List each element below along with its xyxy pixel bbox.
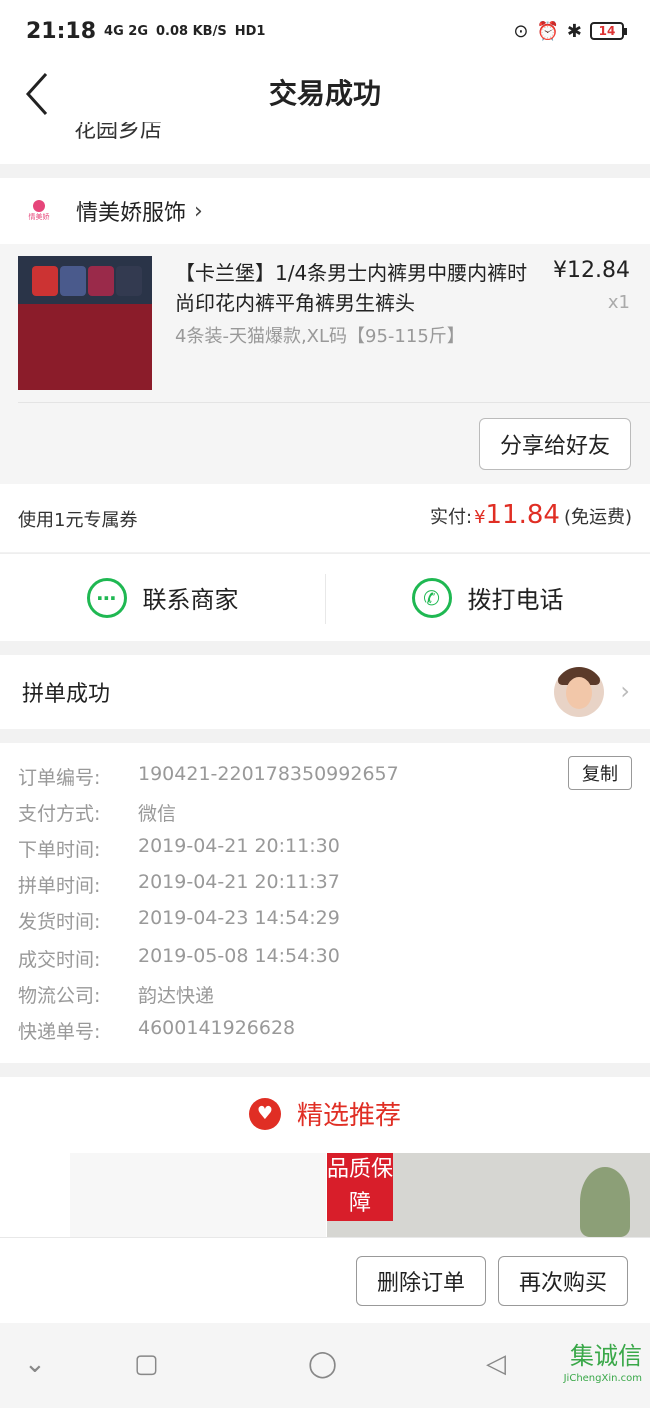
detail-key: 物流公司:: [18, 985, 101, 1007]
shipping-note: (免运费): [563, 507, 632, 528]
partial-address-strip: 花园乡店: [0, 122, 650, 164]
contact-merchant-button[interactable]: ⋯ 联系商家: [0, 554, 325, 641]
chevron-down-icon[interactable]: ⌄: [24, 1349, 46, 1379]
detail-value: 韵达快递: [138, 985, 215, 1007]
detail-row: 下单时间: 2019-04-21 20:11:30: [18, 835, 340, 862]
recommend-header: ♥ 精选推荐: [0, 1095, 650, 1132]
detail-key: 下单时间:: [18, 839, 101, 861]
bottom-action-bar: 删除订单 再次购买: [0, 1237, 650, 1323]
status-right: ⊙ ⏰ ✱ 14: [513, 20, 627, 42]
nav-bar: 交易成功: [0, 62, 650, 122]
delete-order-button[interactable]: 删除订单: [356, 1256, 486, 1306]
chevron-right-icon: ›: [620, 677, 630, 705]
divider: [18, 402, 650, 403]
detail-key: 成交时间:: [18, 949, 101, 971]
signal-indicator: 4G 2G: [104, 23, 148, 39]
call-phone-button[interactable]: ✆ 拨打电话: [325, 554, 650, 641]
product-image[interactable]: [18, 256, 152, 390]
watermark-text: 集诚信: [570, 1342, 642, 1370]
contact-merchant-label: 联系商家: [142, 586, 239, 614]
divider: [325, 574, 326, 624]
package-shape: [88, 266, 114, 296]
detail-key: 订单编号:: [18, 767, 101, 789]
watermark-logo: 集诚信: [570, 1336, 642, 1371]
coupon-text: 使用1元专属券: [18, 510, 138, 531]
product-price: ¥12.84: [553, 258, 630, 283]
chevron-right-icon: ›: [194, 198, 203, 224]
detail-value: 2019-04-21 20:11:30: [138, 835, 340, 857]
detail-value: 2019-04-23 14:54:29: [138, 907, 340, 929]
partial-address-text: 花园乡店: [74, 122, 163, 143]
payment-row: 使用1元专属券 实付: ¥ 11.84 (免运费): [0, 484, 650, 552]
network-speed: 0.08 KB/S: [156, 23, 227, 39]
detail-key: 支付方式:: [18, 803, 101, 825]
product-spec: 4条装-天猫爆款,XL码【95-115斤】: [175, 326, 465, 347]
shop-row[interactable]: 情美娇 情美娇服饰 ›: [0, 178, 650, 244]
group-success-label: 拼单成功: [22, 682, 111, 707]
buy-again-button[interactable]: 再次购买: [498, 1256, 628, 1306]
page-title: 交易成功: [268, 77, 381, 110]
heart-icon: ♥: [248, 1097, 281, 1130]
quality-badge: 品质保障: [327, 1153, 393, 1221]
status-time: 21:18: [26, 18, 97, 44]
detail-row: 发货时间: 2019-04-23 14:54:29: [18, 907, 340, 934]
shop-logo-text: 情美娇: [28, 213, 50, 221]
call-phone-label: 拨打电话: [467, 586, 564, 614]
shop-name[interactable]: 情美娇服饰: [76, 195, 186, 227]
detail-row: 拼单时间: 2019-04-21 20:11:37: [18, 871, 340, 898]
recommend-item-image[interactable]: [70, 1153, 326, 1237]
underwear-shape: [18, 304, 152, 390]
home-icon[interactable]: ◯: [308, 1349, 337, 1379]
watermark: 集诚信 JiChengXin.com: [564, 1336, 642, 1384]
detail-key: 快递单号:: [18, 1021, 101, 1043]
paid-value: 11.84: [485, 500, 560, 530]
paid-amount: 实付: ¥ 11.84 (免运费): [430, 500, 632, 530]
recent-apps-icon[interactable]: ▢: [134, 1349, 159, 1379]
order-details: 复制 订单编号: 190421-220178350992657 支付方式: 微信…: [0, 743, 650, 1063]
contact-row: ⋯ 联系商家 ✆ 拨打电话: [0, 553, 650, 641]
watermark-url: JiChengXin.com: [563, 1373, 642, 1384]
avatar-face: [566, 677, 592, 709]
shop-logo-mark: [33, 200, 45, 212]
detail-value: 2019-05-08 14:54:30: [138, 945, 340, 967]
copy-button[interactable]: 复制: [568, 756, 632, 790]
package-shape: [32, 266, 58, 296]
detail-row: 快递单号: 4600141926628: [18, 1017, 295, 1044]
product-name[interactable]: 【卡兰堡】1/4条男士内裤男中腰内裤时尚印花内裤平角裤男生裤头: [175, 258, 535, 318]
detail-row: 成交时间: 2019-05-08 14:54:30: [18, 945, 340, 972]
detail-value: 190421-220178350992657: [138, 763, 399, 785]
chat-bubble-icon: ⋯: [86, 577, 127, 618]
detail-value: 2019-04-21 20:11:37: [138, 871, 340, 893]
currency-symbol: ¥: [474, 507, 486, 528]
shop-logo: 情美娇: [24, 196, 54, 226]
detail-value: 4600141926628: [138, 1017, 296, 1039]
back-arrow-icon[interactable]: [22, 68, 62, 116]
product-quantity: x1: [607, 292, 630, 313]
detail-key: 发货时间:: [18, 911, 101, 933]
package-shape: [60, 266, 86, 296]
back-triangle-icon[interactable]: ◁: [486, 1349, 506, 1379]
detail-key: 拼单时间:: [18, 875, 101, 897]
detail-row: 支付方式: 微信: [18, 799, 176, 826]
status-bar: 21:18 4G 2G 0.08 KB/S HD1 ⊙ ⏰ ✱ 14: [0, 0, 650, 62]
avatar[interactable]: [554, 667, 604, 717]
hd-indicator: HD1: [234, 23, 266, 39]
battery-icon: 14: [590, 22, 627, 40]
plant-image: [580, 1167, 630, 1237]
system-nav-bar: ⌄ ▢ ◯ ◁: [0, 1323, 650, 1408]
phone-icon: ✆: [411, 577, 452, 618]
recommend-section: ♥ 精选推荐 品质保障: [0, 1077, 650, 1237]
detail-value: 微信: [138, 803, 177, 825]
package-shape: [116, 266, 142, 296]
paid-label: 实付:: [429, 507, 473, 528]
share-button[interactable]: 分享给好友: [479, 418, 631, 470]
detail-row: 物流公司: 韵达快递: [18, 981, 214, 1008]
recommend-title: 精选推荐: [296, 1101, 401, 1131]
detail-row: 订单编号: 190421-220178350992657: [18, 763, 399, 790]
group-success-row[interactable]: 拼单成功 ›: [0, 655, 650, 729]
bluetooth-icon: ✱: [566, 20, 582, 42]
lock-icon: ⊙: [513, 20, 529, 42]
alarm-icon: ⏰: [536, 20, 559, 42]
